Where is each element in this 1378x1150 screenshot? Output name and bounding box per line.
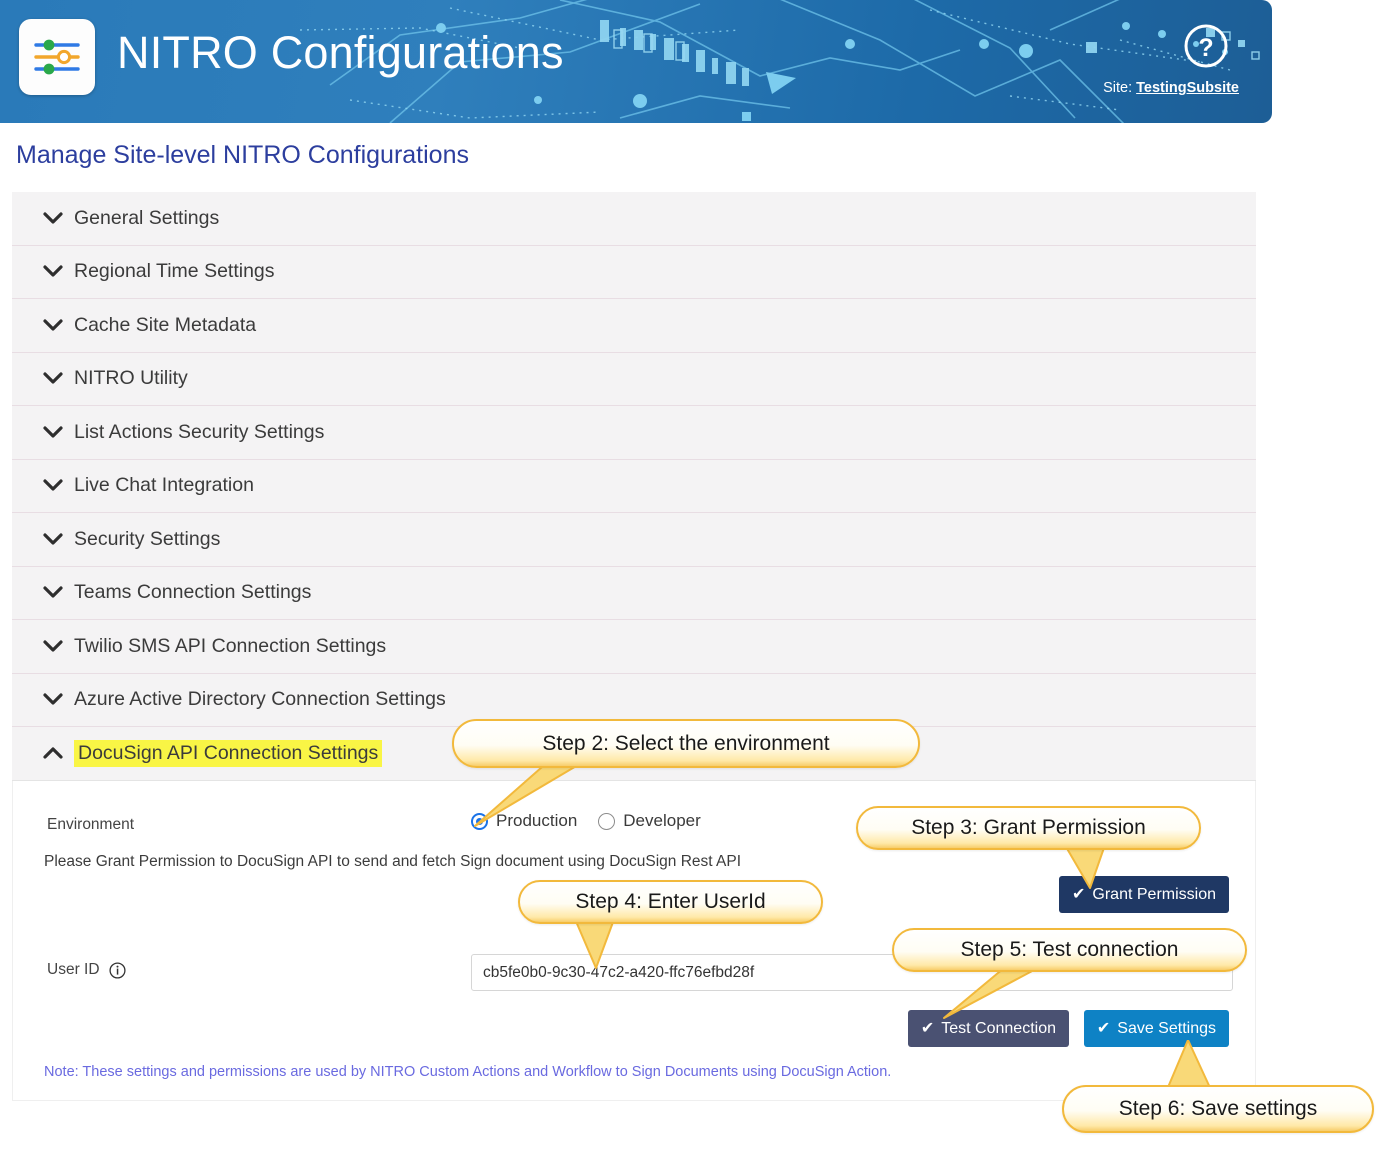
check-icon: ✔ [1096, 1019, 1111, 1037]
accordion-item-label: List Actions Security Settings [74, 420, 325, 443]
accordion-item-label: General Settings [74, 206, 220, 229]
accordion-item-label: Azure Active Directory Connection Settin… [74, 688, 446, 711]
accordion-item-nitro-utility[interactable]: NITRO Utility [12, 352, 1256, 406]
accordion-item-general-settings[interactable]: General Settings [12, 192, 1256, 246]
radio-dot-icon [598, 812, 616, 830]
chevron-down-icon [42, 421, 64, 443]
site-indicator: Site: TestingSubsite [1103, 80, 1239, 96]
accordion-item-twilio-sms-api-connection-settings[interactable]: Twilio SMS API Connection Settings [12, 620, 1256, 674]
chevron-down-icon [42, 261, 64, 283]
svg-text:?: ? [1198, 34, 1213, 62]
chevron-down-icon [42, 475, 64, 497]
accordion-item-label: Security Settings [74, 527, 221, 550]
accordion-item-label: Teams Connection Settings [74, 581, 312, 604]
callout-step-2: Step 2: Select the environment [452, 719, 920, 768]
accordion-item-cache-site-metadata[interactable]: Cache Site Metadata [12, 299, 1256, 353]
app-header: NITRO Configurations ? Site: TestingSubs… [0, 0, 1272, 123]
docusign-footer-note: Note: These settings and permissions are… [44, 1064, 892, 1080]
callout-text: Step 5: Test connection [960, 938, 1179, 961]
page-title: Manage Site-level NITRO Configurations [16, 141, 469, 169]
accordion-item-label: DocuSign API Connection Settings [74, 739, 383, 767]
accordion-item-list-actions-security-settings[interactable]: List Actions Security Settings [12, 406, 1256, 460]
callout-text: Step 6: Save settings [1118, 1097, 1318, 1120]
callout-step-3: Step 3: Grant Permission [856, 806, 1201, 850]
accordion-item-live-chat-integration[interactable]: Live Chat Integration [12, 459, 1256, 513]
grant-permission-note: Please Grant Permission to DocuSign API … [44, 853, 742, 870]
accordion-item-regional-time-settings[interactable]: Regional Time Settings [12, 245, 1256, 299]
sliders-settings-icon [34, 39, 80, 75]
page-app-title: NITRO Configurations [117, 27, 564, 78]
check-icon: ✔ [920, 1019, 935, 1037]
chevron-down-icon [42, 635, 64, 657]
test-connection-button-label: Test Connection [941, 1019, 1056, 1037]
site-link[interactable]: TestingSubsite [1136, 80, 1239, 96]
chevron-down-icon [42, 368, 64, 390]
callout-tail-step-5 [943, 968, 1035, 1019]
accordion-item-label: Cache Site Metadata [74, 313, 257, 336]
brand-logo [19, 19, 95, 95]
callout-tail-step-2 [474, 760, 584, 827]
callout-text: Step 4: Enter UserId [575, 890, 766, 913]
callout-step-6: Step 6: Save settings [1062, 1085, 1374, 1133]
save-settings-button-label: Save Settings [1117, 1019, 1216, 1037]
callout-text: Step 3: Grant Permission [911, 816, 1146, 839]
accordion-item-label: Regional Time Settings [74, 260, 275, 283]
info-circle-icon[interactable] [108, 961, 126, 979]
radio-option-label: Developer [623, 811, 701, 830]
accordion-item-security-settings[interactable]: Security Settings [12, 513, 1256, 567]
callout-step-4: Step 4: Enter UserId [518, 880, 823, 924]
chevron-down-icon [42, 314, 64, 336]
chevron-down-icon [42, 689, 64, 711]
radio-option-developer[interactable]: Developer [598, 811, 701, 831]
callout-step-5: Step 5: Test connection [892, 928, 1247, 972]
accordion-item-label: Twilio SMS API Connection Settings [74, 634, 387, 657]
site-label: Site: [1103, 80, 1133, 96]
accordion-item-teams-connection-settings[interactable]: Teams Connection Settings [12, 566, 1256, 620]
callout-text: Step 2: Select the environment [542, 731, 830, 755]
accordion-item-label: Live Chat Integration [74, 474, 254, 497]
chevron-up-icon [42, 742, 64, 764]
userid-label: User ID [47, 961, 126, 979]
help-icon[interactable]: ? [1183, 23, 1229, 69]
chevron-down-icon [42, 528, 64, 550]
accordion-item-label: NITRO Utility [74, 367, 188, 390]
settings-accordion: General Settings Regional Time Settings … [12, 192, 1256, 781]
userid-label-text: User ID [47, 961, 100, 978]
chevron-down-icon [42, 582, 64, 604]
environment-label: Environment [47, 816, 135, 833]
chevron-down-icon [42, 207, 64, 229]
